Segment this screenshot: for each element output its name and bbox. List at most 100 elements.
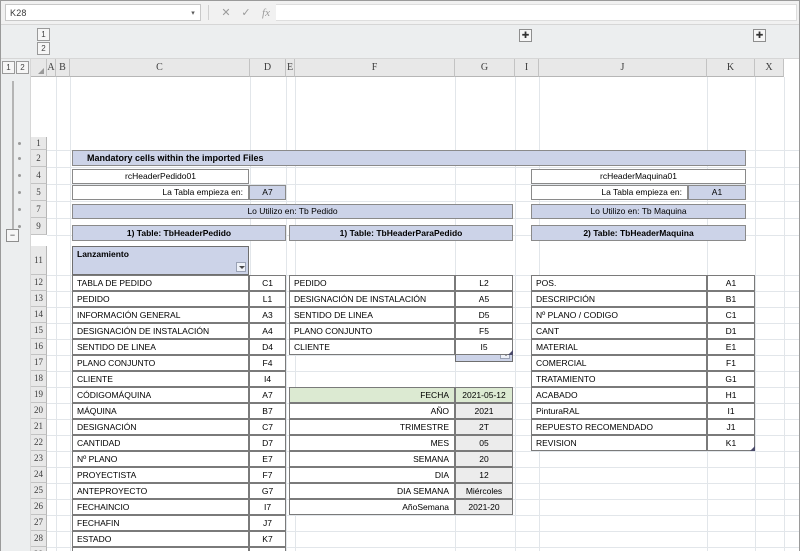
date-block-value: Miércoles (455, 483, 513, 499)
table-left-row-cell: B7 (249, 403, 286, 419)
table-left-row-cell: A7 (249, 387, 286, 403)
row-header-22[interactable]: 22 (31, 435, 47, 451)
table-left-row-cell: D4 (249, 339, 286, 355)
row-header-24[interactable]: 24 (31, 467, 47, 483)
row-header-5[interactable]: 5 (31, 184, 47, 201)
row-header-26[interactable]: 26 (31, 499, 47, 515)
col-outline-level-2[interactable]: 2 (37, 42, 50, 55)
table-left-row-cell: C1 (249, 275, 286, 291)
row-header-16[interactable]: 16 (31, 339, 47, 355)
column-header-k[interactable]: K (707, 59, 755, 77)
row-header-17[interactable]: 17 (31, 355, 47, 371)
table-right-row-label: REVISION (531, 435, 707, 451)
table-left-row-label: DESIGNACIÓN DE INSTALACIÓN (72, 323, 249, 339)
table-right-row-cell: G1 (707, 371, 755, 387)
left-range-name: rcHeaderPedido01 (72, 169, 249, 184)
date-block-label: SEMANA (289, 451, 455, 467)
column-outline-bar: 1 2 ✚ ✚ (1, 25, 799, 59)
table-left-row-cell: E7 (249, 451, 286, 467)
row-header-27[interactable]: 27 (31, 515, 47, 531)
table-right-row-label: TRATAMIENTO (531, 371, 707, 387)
column-header-f[interactable]: F (295, 59, 455, 77)
table-left-row-label: FECHAFIN (72, 515, 249, 531)
column-header-j[interactable]: J (539, 59, 707, 77)
title-banner: Mandatory cells within the imported File… (72, 150, 746, 166)
left-table-title: 1) Table: TbHeaderPedido (72, 225, 286, 241)
table-middle-row-cell: D5 (455, 307, 513, 323)
table-left-row-label: CLIENTE (72, 371, 249, 387)
row-header-13[interactable]: 13 (31, 291, 47, 307)
table-right-row-cell: D1 (707, 323, 755, 339)
name-box[interactable]: K28 ▾ (5, 4, 201, 21)
right-range-name: rcHeaderMaquina01 (531, 169, 746, 184)
date-block-label: FECHA (289, 387, 455, 403)
right-start-label: La Tabla empieza en: (531, 185, 688, 200)
expand-column-group-1[interactable]: ✚ (519, 29, 532, 42)
middle-table-title: 1) Table: TbHeaderParaPedido (289, 225, 513, 241)
table-right-row-label: REPUESTO RECOMENDADO (531, 419, 707, 435)
collapse-row-group[interactable]: − (6, 229, 19, 242)
row-header-12[interactable]: 12 (31, 275, 47, 291)
row-header-7[interactable]: 7 (31, 201, 47, 218)
expand-column-group-2[interactable]: ✚ (753, 29, 766, 42)
row-header-29[interactable]: 29 (31, 547, 47, 551)
row-header-23[interactable]: 23 (31, 451, 47, 467)
select-all-corner[interactable] (31, 59, 47, 77)
date-block-label: AÑO (289, 403, 455, 419)
row-header-15[interactable]: 15 (31, 323, 47, 339)
date-block-label: DIA (289, 467, 455, 483)
column-header-g[interactable]: G (455, 59, 515, 77)
row-header-1[interactable]: 1 (31, 137, 47, 150)
table-middle-resize-handle[interactable] (508, 350, 513, 355)
left-start-cell: A7 (249, 185, 286, 200)
right-start-cell: A1 (688, 185, 746, 200)
row-header-9[interactable]: 9 (31, 218, 47, 235)
column-header-i[interactable]: I (515, 59, 539, 77)
outline-row-marker (18, 191, 21, 194)
row-header-2[interactable]: 2 (31, 150, 47, 167)
column-header-d[interactable]: D (250, 59, 286, 77)
formula-input[interactable] (276, 4, 797, 21)
insert-function-icon[interactable]: fx (256, 4, 276, 22)
outline-row-marker (18, 208, 21, 211)
outline-row-marker (18, 174, 21, 177)
row-header-21[interactable]: 21 (31, 419, 47, 435)
column-header-b[interactable]: B (56, 59, 70, 77)
table-left-row-label: PLANO CONJUNTO (72, 355, 249, 371)
spreadsheet-grid[interactable]: 1 2 − A B C D E F G I J K X 1 2 4 5 7 9 11 12 13 14 15 16 17 18 1… (1, 59, 799, 551)
cancel-icon[interactable]: ✕ (216, 4, 236, 22)
table-middle-row-cell: A5 (455, 291, 513, 307)
chevron-down-icon[interactable]: ▾ (186, 9, 200, 17)
row-outline-level-1[interactable]: 1 (2, 61, 15, 74)
column-header-e[interactable]: E (286, 59, 295, 77)
outline-row-marker (18, 225, 21, 228)
table-left-row-cell: K7 (249, 531, 286, 547)
table-left-row-cell: C7 (249, 419, 286, 435)
table-left-row-cell: F7 (249, 467, 286, 483)
row-header-11[interactable]: 11 (31, 246, 47, 275)
col-outline-level-1[interactable]: 1 (37, 28, 50, 41)
table-left-row-cell: L1 (249, 291, 286, 307)
table-right-resize-handle[interactable] (750, 446, 755, 451)
table-right-row-cell: H1 (707, 387, 755, 403)
row-header-4[interactable]: 4 (31, 167, 47, 184)
column-header-a[interactable]: A (47, 59, 56, 77)
row-header-28[interactable]: 28 (31, 531, 47, 547)
row-header-20[interactable]: 20 (31, 403, 47, 419)
table-left-row-cell: G7 (249, 483, 286, 499)
column-header-x[interactable]: X (755, 59, 784, 77)
row-header-18[interactable]: 18 (31, 371, 47, 387)
table-middle-row-cell: L2 (455, 275, 513, 291)
column-header-c[interactable]: C (70, 59, 250, 77)
date-block-value: 12 (455, 467, 513, 483)
filter-dropdown-icon[interactable] (236, 262, 246, 272)
row-header-25[interactable]: 25 (31, 483, 47, 499)
confirm-icon[interactable]: ✓ (236, 4, 256, 22)
row-header-19[interactable]: 19 (31, 387, 47, 403)
row-outline-level-2[interactable]: 2 (16, 61, 29, 74)
table-left-row-cell: A4 (249, 323, 286, 339)
row-header-14[interactable]: 14 (31, 307, 47, 323)
table-left-row-label: TABLA DE PEDIDO (72, 275, 249, 291)
table-middle-row-label: DESIGNACIÓN DE INSTALACIÓN (289, 291, 455, 307)
table-left-row-label: PESO[KG] (72, 547, 249, 551)
